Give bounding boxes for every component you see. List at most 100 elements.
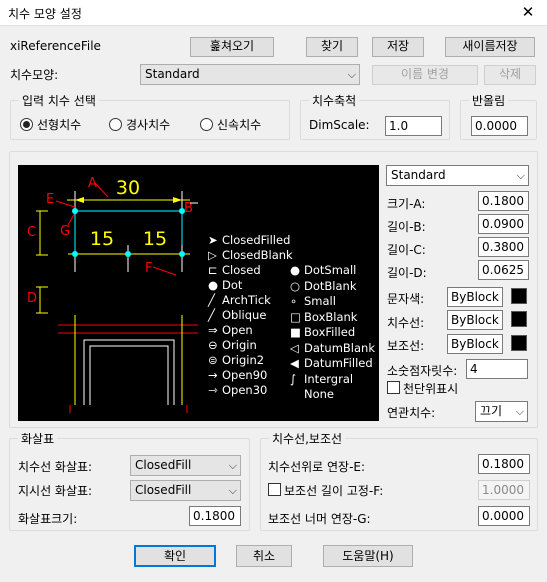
cancel-button[interactable]: 취소 (236, 545, 292, 567)
window-title: 치수 모양 설정 (8, 7, 82, 21)
dim-line-input[interactable]: ByBlock (447, 310, 503, 330)
dimension-preview: 30 A B E G 15 15 C F D ➤ ClosedFilled ▷ … (18, 165, 379, 421)
chevron-down-icon: ⌵ (347, 68, 356, 81)
preview-label-d: D (27, 291, 37, 306)
preview-label-30: 30 (116, 177, 140, 199)
dim-line-label: 치수선: (387, 316, 425, 330)
input-select-title: 입력 치수 선택 (19, 92, 99, 109)
browse-button[interactable]: 훑쳐오기 (190, 37, 274, 57)
arrow-size-label: 화살표크기: (18, 512, 78, 526)
lines-title: 치수선,보조선 (269, 430, 346, 447)
leader-arrow-value: ClosedFill (135, 483, 192, 497)
text-color-input[interactable]: ByBlock (447, 287, 503, 307)
chevron-down-icon: ⌵ (228, 484, 237, 497)
decimals-input[interactable]: 4 (466, 359, 528, 379)
arrow-size-input[interactable]: 0.1800 (189, 506, 241, 526)
arrow-list-right: ● DotSmall ○ DotBlank ∘ Small □ BoxBlank ■ Bo… (290, 263, 375, 403)
save-as-button[interactable]: 새이름저장 (445, 37, 535, 57)
radio-aligned[interactable] (109, 118, 122, 131)
extend-above-input[interactable]: 0.1800 (478, 454, 530, 474)
dim-scale-input[interactable]: 1.0 (385, 116, 442, 136)
assoc-select[interactable]: 끄기 ⌵ (475, 401, 528, 422)
chevron-down-icon: ⌵ (515, 405, 524, 418)
arrow-name-small: ∘ Small (290, 294, 336, 308)
arrow-name-dotsmall: ● DotSmall (290, 263, 357, 277)
len-b-label: 길이-B: (387, 220, 426, 234)
arrow-name-oblique: ╱ Oblique (208, 308, 267, 322)
rounding-input[interactable]: 0.0000 (471, 116, 528, 136)
rename-button[interactable]: 이름 변경 (372, 65, 478, 85)
radio-quick[interactable] (200, 118, 213, 131)
rounding-title: 반올림 (469, 92, 509, 109)
len-d-input[interactable]: 0.0625 (478, 260, 529, 280)
arrow-name-none: None (304, 387, 335, 401)
extend-beyond-label: 보조선 너머 연장-G: (268, 512, 371, 526)
text-color-label: 문자색: (387, 292, 425, 306)
preview-label-c: C (27, 225, 36, 240)
arrow-list-left: ➤ ClosedFilled ▷ ClosedBlank ⊏ Closed ● Dot … (208, 233, 293, 398)
close-icon[interactable]: ✕ (517, 2, 539, 22)
assoc-select-value: 끄기 (480, 404, 503, 418)
size-a-label: 크기-A: (387, 197, 426, 211)
arrow-name-boxblank: □ BoxBlank (290, 309, 358, 324)
preview-label-15b: 15 (143, 228, 167, 250)
preview-label-f: F (145, 261, 152, 276)
radio-linear[interactable] (20, 118, 33, 131)
thousands-label: 천단위표시 (403, 382, 459, 396)
fixed-length-checkbox[interactable] (268, 483, 281, 496)
style-select[interactable]: Standard ⌵ (140, 64, 360, 85)
preset-select-value: Standard (391, 168, 446, 182)
fixed-length-label: 보조선 길이 고정-F: (284, 484, 384, 498)
title-bar: 치수 모양 설정 ✕ (0, 0, 547, 26)
extend-beyond-input[interactable]: 0.0000 (478, 506, 530, 526)
fixed-length-input[interactable]: 1.0000 (478, 480, 530, 500)
arrow-name-dot: ● Dot (208, 278, 243, 292)
arrow-name-archtick: ╱ ArchTick (208, 293, 271, 307)
dim-arrow-value: ClosedFill (135, 458, 192, 472)
preview-label-15a: 15 (90, 228, 114, 250)
dim-arrow-label: 치수선 화살표: (18, 460, 93, 474)
preview-label-e: E (46, 192, 54, 207)
reference-file-label: xiReferenceFile (10, 39, 101, 53)
preset-select[interactable]: Standard ⌵ (386, 165, 529, 186)
size-a-input[interactable]: 0.1800 (478, 191, 529, 211)
extend-above-label: 치수선위로 연장-E: (268, 460, 366, 474)
arrows-title: 화살표 (18, 430, 58, 447)
arrow-name-datumblank: ◁ DatumBlank (290, 340, 375, 355)
dim-line-swatch[interactable] (511, 311, 527, 327)
ext-line-input[interactable]: ByBlock (447, 334, 503, 354)
leader-arrow-label: 지시선 화살표: (18, 484, 93, 498)
find-button[interactable]: 찾기 (306, 37, 358, 57)
assoc-label: 연관치수: (387, 406, 436, 420)
dim-scale-label: DimScale: (309, 118, 370, 132)
text-color-swatch[interactable] (511, 288, 527, 304)
arrow-name-closed: ⊏ Closed (208, 263, 261, 277)
chevron-down-icon: ⌵ (228, 459, 237, 472)
arrow-name-open90: → Open90 (208, 368, 268, 382)
ok-button[interactable]: 확인 (134, 545, 216, 567)
dim-arrow-select[interactable]: ClosedFill ⌵ (130, 455, 241, 476)
dim-scale-title: 치수축척 (309, 92, 360, 109)
leader-arrow-select[interactable]: ClosedFill ⌵ (130, 480, 241, 501)
arrow-name-open: ⇒ Open (208, 323, 253, 337)
arrow-name-open30: ⇾ Open30 (208, 383, 268, 397)
help-button[interactable]: 도움말(H) (323, 545, 413, 567)
ext-line-swatch[interactable] (511, 335, 527, 351)
save-button[interactable]: 저장 (372, 37, 424, 57)
arrow-name-closedfilled: ➤ ClosedFilled (208, 233, 291, 247)
arrow-name-origin2: ⊜ Origin2 (208, 353, 265, 367)
thousands-checkbox[interactable] (387, 381, 400, 394)
len-c-input[interactable]: 0.3800 (478, 237, 529, 257)
style-select-value: Standard (145, 67, 200, 81)
style-label: 치수모양: (10, 68, 59, 82)
chevron-down-icon: ⌵ (516, 169, 525, 182)
delete-button[interactable]: 삭제 (484, 65, 536, 85)
radio-quick-label: 신속치수 (217, 118, 262, 132)
ext-line-label: 보조선: (387, 339, 425, 353)
arrow-name-origin: ⊖ Origin (208, 338, 257, 352)
len-b-input[interactable]: 0.0900 (478, 214, 529, 234)
len-c-label: 길이-C: (387, 243, 426, 257)
preview-label-g: G (60, 224, 70, 239)
radio-aligned-label: 경사치수 (126, 118, 171, 132)
arrow-name-boxfilled: ■ BoxFilled (290, 325, 356, 339)
